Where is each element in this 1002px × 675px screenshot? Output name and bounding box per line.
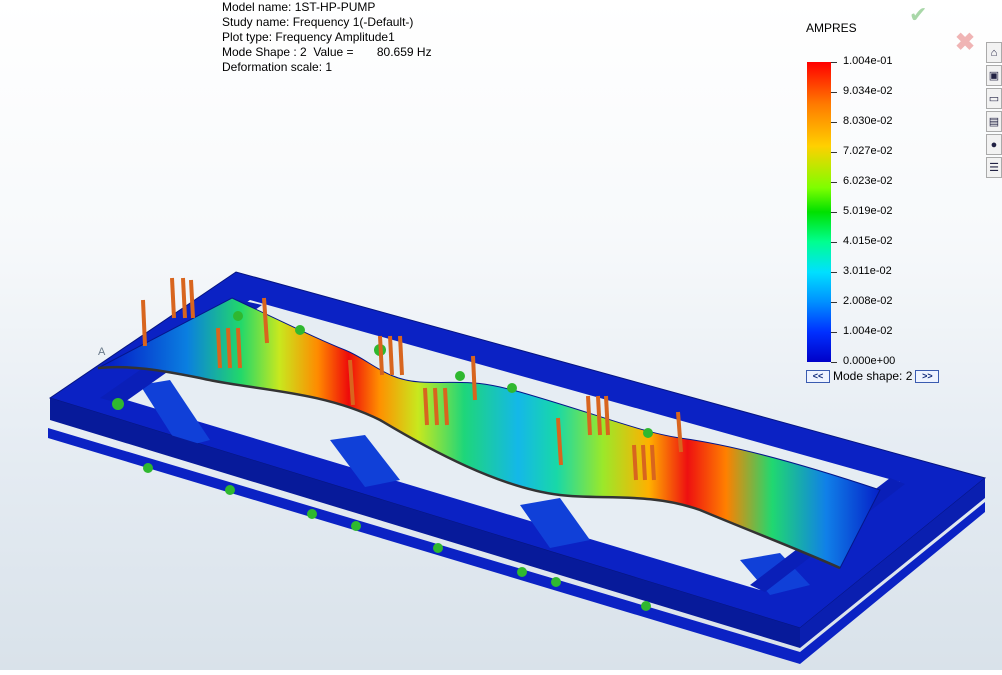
load-arrow-icon	[471, 355, 477, 401]
cube-view-icon[interactable]: ▣	[986, 65, 1002, 86]
fixture-icon	[507, 383, 517, 393]
load-arrow-icon	[236, 327, 242, 369]
legend-tick-mark	[831, 62, 837, 63]
fixture-icon	[551, 577, 561, 587]
fixture-icon	[455, 371, 465, 381]
fixture-icon	[307, 509, 317, 519]
fixture-icon	[225, 485, 235, 495]
legend-title: AMPRES	[806, 21, 857, 35]
load-arrow-icon	[443, 387, 449, 426]
plot-icon[interactable]: ▤	[986, 111, 1002, 132]
load-arrow-icon	[596, 395, 602, 436]
legend-tick-label: 2.008e-02	[843, 295, 893, 307]
legend-tick-mark	[831, 332, 837, 333]
mode-shape-value: Mode Shape : 2 Value = 80.659 Hz	[222, 45, 432, 59]
legend-tick-label: 1.004e-02	[843, 325, 893, 337]
legend-tick-label: 5.019e-02	[843, 205, 893, 217]
point-label: A	[98, 346, 106, 358]
previous-mode-button[interactable]: <<	[806, 369, 830, 383]
model-name: Model name: 1ST-HP-PUMP	[222, 0, 376, 14]
color-legend-bar	[807, 62, 831, 362]
legend-tick-mark	[831, 182, 837, 183]
load-arrow-icon	[423, 387, 429, 426]
legend-tick-label: 9.034e-02	[843, 85, 893, 97]
deformation-scale: Deformation scale: 1	[222, 60, 333, 74]
fixture-icon	[643, 428, 653, 438]
next-mode-button[interactable]: >>	[915, 369, 940, 383]
load-arrow-icon	[216, 327, 222, 369]
cancel-x-icon[interactable]: ✖	[955, 28, 975, 57]
load-arrow-icon	[141, 299, 147, 347]
load-arrow-icon	[604, 395, 610, 436]
mode-shape-label: Mode shape: 2	[833, 369, 913, 383]
load-arrow-icon	[586, 395, 592, 436]
legend-tick-label: 4.015e-02	[843, 235, 893, 247]
load-arrow-icon	[388, 335, 394, 376]
fixture-icon	[112, 398, 124, 410]
folder-icon[interactable]: ▭	[986, 88, 1002, 109]
load-arrow-icon	[378, 335, 384, 376]
load-arrow-icon	[170, 277, 176, 319]
legend-tick-mark	[831, 122, 837, 123]
load-arrow-icon	[181, 277, 187, 319]
legend-tick-label: 1.004e-01	[843, 55, 893, 67]
load-arrow-icon	[189, 279, 195, 319]
load-arrow-icon	[226, 327, 232, 369]
side-toolbar: ⌂ ▣ ▭ ▤ ● ☰	[986, 42, 1002, 180]
mode-shape-nav: << Mode shape: 2 >>	[806, 369, 940, 383]
ok-check-icon[interactable]: ✔	[909, 2, 927, 28]
legend-tick-label: 7.027e-02	[843, 145, 893, 157]
load-arrow-icon	[398, 335, 404, 376]
appearance-icon[interactable]: ●	[986, 134, 1002, 155]
plot-info: Model name: 1ST-HP-PUMP Study name: Freq…	[222, 0, 432, 75]
load-arrow-icon	[433, 387, 439, 426]
legend-tick-label: 0.000e+00	[843, 355, 896, 367]
plot-type: Plot type: Frequency Amplitude1	[222, 30, 395, 44]
fixture-icon	[433, 543, 443, 553]
legend-tick-mark	[831, 272, 837, 273]
legend-tick-label: 3.011e-02	[843, 265, 892, 277]
home-icon[interactable]: ⌂	[986, 42, 1002, 63]
load-arrow-icon	[632, 444, 638, 481]
legend-tick-label: 8.030e-02	[843, 115, 893, 127]
fixture-icon	[143, 463, 153, 473]
fixture-icon	[295, 325, 305, 335]
legend-tick-mark	[831, 152, 837, 153]
legend-tick-mark	[831, 212, 837, 213]
legend-tick-mark	[831, 242, 837, 243]
fixture-icon	[641, 601, 651, 611]
table-icon[interactable]: ☰	[986, 157, 1002, 178]
legend-tick-label: 6.023e-02	[843, 175, 893, 187]
fixture-icon	[233, 311, 243, 321]
legend-tick-mark	[831, 92, 837, 93]
fixture-icon	[517, 567, 527, 577]
legend-tick-mark	[831, 362, 837, 363]
study-name: Study name: Frequency 1(-Default-)	[222, 15, 414, 29]
fixture-icon	[351, 521, 361, 531]
load-arrow-icon	[641, 444, 647, 481]
legend-tick-mark	[831, 302, 837, 303]
load-arrow-icon	[650, 444, 656, 481]
